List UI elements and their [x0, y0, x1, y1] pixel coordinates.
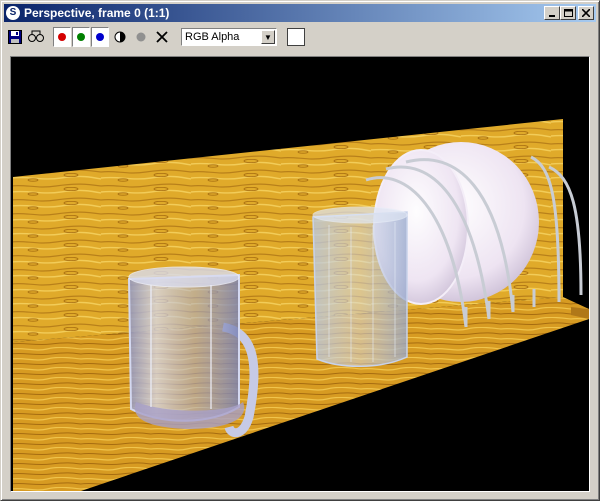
floppy-save-icon	[8, 30, 22, 44]
x-clear-icon	[156, 31, 168, 43]
app-icon[interactable]: S	[6, 6, 20, 20]
title-bar[interactable]: S Perspective, frame 0 (1:1)	[4, 4, 596, 22]
close-icon	[582, 9, 590, 17]
red-channel-toggle[interactable]	[53, 27, 71, 47]
channel-display-value: RGB Alpha	[185, 31, 240, 43]
maximize-button[interactable]	[560, 6, 576, 20]
render-toolbar: RGB Alpha ▼	[5, 25, 597, 49]
blue-channel-icon	[96, 33, 104, 41]
clone-window-button[interactable]	[26, 27, 46, 47]
clear-button[interactable]	[152, 27, 172, 47]
window-title: Perspective, frame 0 (1:1)	[24, 6, 170, 20]
blue-channel-toggle[interactable]	[91, 27, 109, 47]
render-viewport[interactable]	[10, 56, 590, 492]
clone-window-icon	[28, 30, 44, 42]
render-frame-window: S Perspective, frame 0 (1:1) RGB Alpha ▼	[0, 0, 600, 501]
chevron-down-icon[interactable]: ▼	[261, 30, 275, 44]
color-swatch[interactable]	[287, 28, 305, 46]
minimize-icon	[549, 15, 555, 17]
half-circle-alpha-icon	[114, 31, 126, 43]
minimize-button[interactable]	[544, 6, 560, 20]
save-image-button[interactable]	[5, 27, 25, 47]
alpha-channel-button[interactable]	[110, 27, 130, 47]
red-channel-icon	[58, 33, 66, 41]
channel-display-select[interactable]: RGB Alpha ▼	[181, 28, 277, 46]
green-channel-icon	[77, 33, 85, 41]
green-channel-toggle[interactable]	[72, 27, 90, 47]
monochrome-button[interactable]	[131, 27, 151, 47]
maximize-icon	[563, 8, 573, 17]
rendered-scene-image	[13, 119, 589, 491]
close-button[interactable]	[578, 6, 594, 20]
monochrome-dot-icon	[136, 32, 146, 42]
